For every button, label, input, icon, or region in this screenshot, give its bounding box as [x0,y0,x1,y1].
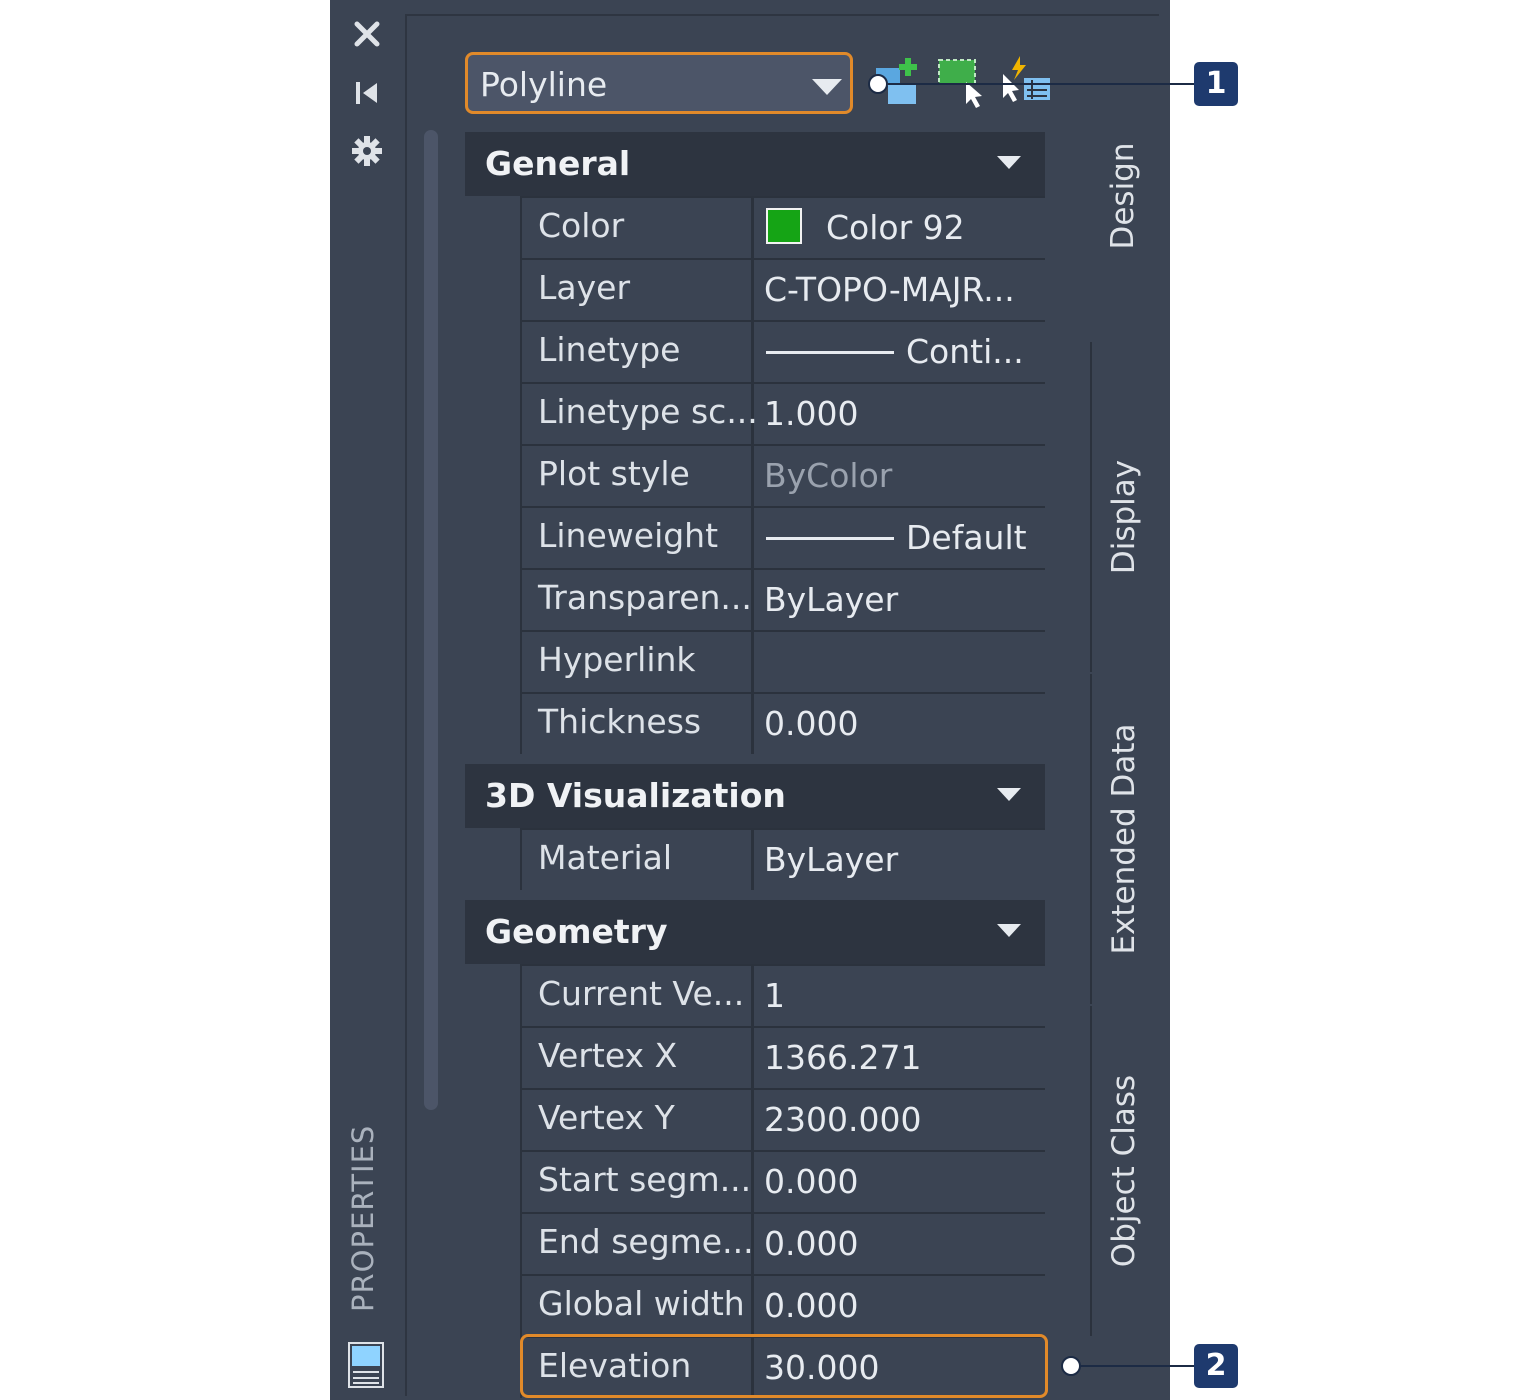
property-row-current-vertex[interactable]: Current Ve... 1 [520,964,1045,1026]
property-name: Color [538,206,625,245]
toggle-pickadd-icon[interactable] [998,54,1054,110]
property-name: Linetype sc... [538,392,758,431]
callout-dot-2 [1061,1356,1081,1376]
chevron-down-icon [812,79,842,95]
property-name: Plot style [538,454,690,493]
property-value: ByLayer [764,580,899,619]
property-name: End segme... [538,1222,754,1261]
tab-object-class[interactable]: Object Class [1090,1006,1156,1336]
section-label: 3D Visualization [485,776,786,815]
property-value: 1.000 [764,394,859,433]
property-value: ByColor [764,456,893,495]
property-name: Hyperlink [538,640,696,679]
property-value: Color 92 [826,208,965,247]
close-icon[interactable] [350,17,384,51]
object-type-value: Polyline [480,65,608,104]
property-row-linetype[interactable]: Linetype Conti... [520,320,1045,382]
property-row-layer[interactable]: Layer C-TOPO-MAJR... [520,258,1045,320]
property-value: 1 [764,976,785,1015]
settings-icon[interactable] [350,134,384,168]
property-value: 0.000 [764,1162,859,1201]
chevron-down-icon[interactable] [997,924,1021,937]
property-value: 0.000 [764,1224,859,1263]
tab-label: Design [1105,142,1141,250]
property-row-plot-style[interactable]: Plot style ByColor [520,444,1045,506]
property-name: Thickness [538,702,702,741]
tab-label: Display [1106,459,1142,575]
color-swatch [766,208,802,244]
section-geometry[interactable]: Geometry [465,900,1045,964]
property-row-material[interactable]: Material ByLayer [520,828,1045,890]
property-name: Layer [538,268,631,307]
chevron-down-icon[interactable] [997,156,1021,169]
property-row-vertex-y[interactable]: Vertex Y 2300.000 [520,1088,1045,1150]
callout-line-2 [1080,1365,1194,1367]
tab-label: Extended Data [1106,723,1142,955]
property-row-transparency[interactable]: Transparen... ByLayer [520,568,1045,630]
property-name: Global width [538,1284,745,1323]
property-row-end-segment-width[interactable]: End segme... 0.000 [520,1212,1045,1274]
properties-palette-icon[interactable] [348,1342,384,1388]
select-objects-icon[interactable] [934,54,990,110]
section-general[interactable]: General [465,132,1045,196]
callout-line-1 [888,83,1194,85]
property-row-linetype-scale[interactable]: Linetype sc... 1.000 [520,382,1045,444]
chevron-down-icon[interactable] [997,788,1021,801]
property-name: Start segm... [538,1160,752,1199]
auto-hide-icon[interactable] [350,76,384,110]
property-value: 2300.000 [764,1100,922,1139]
property-name: Vertex Y [538,1098,675,1137]
property-value: C-TOPO-MAJR... [764,270,1015,309]
property-value: 1366.271 [764,1038,922,1077]
object-type-select[interactable]: Polyline [465,52,853,114]
property-name: Linetype [538,330,681,369]
property-value: ByLayer [764,840,899,879]
tab-display[interactable]: Display [1090,342,1156,672]
linetype-sample [766,351,894,354]
property-value: Default [906,518,1027,557]
property-name: Lineweight [538,516,719,555]
property-name: Current Ve... [538,974,745,1013]
callout-dot-1 [868,74,888,94]
property-value: 0.000 [764,704,859,743]
tab-label: Object Class [1106,1074,1142,1268]
lineweight-sample [766,537,894,540]
property-row-start-segment-width[interactable]: Start segm... 0.000 [520,1150,1045,1212]
property-value: Conti... [906,332,1024,371]
vertical-scrollbar[interactable] [424,130,438,1110]
elevation-highlight [520,1334,1048,1398]
palette-title: PROPERTIES [346,1124,380,1312]
property-name: Material [538,838,673,877]
property-row-global-width[interactable]: Global width 0.000 [520,1274,1045,1336]
property-value: 0.000 [764,1286,859,1325]
property-row-vertex-x[interactable]: Vertex X 1366.271 [520,1026,1045,1088]
callout-badge-1: 1 [1194,62,1238,106]
property-row-hyperlink[interactable]: Hyperlink [520,630,1045,692]
section-3d-visualization[interactable]: 3D Visualization [465,764,1045,828]
property-row-lineweight[interactable]: Lineweight Default [520,506,1045,568]
callout-badge-2: 2 [1194,1344,1238,1388]
section-label: Geometry [485,912,668,951]
property-row-thickness[interactable]: Thickness 0.000 [520,692,1045,754]
section-label: General [485,144,631,183]
tab-extended-data[interactable]: Extended Data [1090,674,1156,1004]
property-name: Vertex X [538,1036,678,1075]
property-row-color[interactable]: Color Color 92 [520,196,1045,258]
property-name: Transparen... [538,578,752,617]
tab-design[interactable]: Design [1090,20,1156,340]
